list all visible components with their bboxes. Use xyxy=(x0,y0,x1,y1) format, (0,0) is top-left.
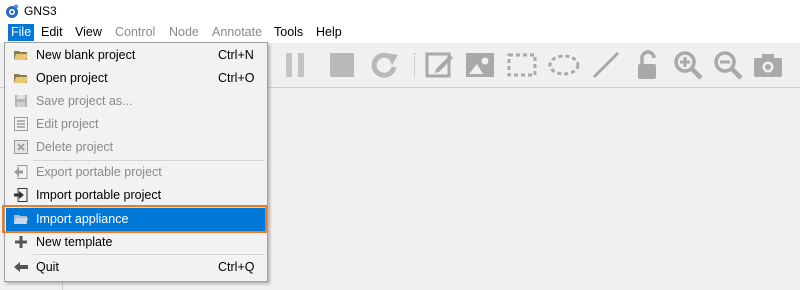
import-icon xyxy=(14,188,28,202)
back-arrow-icon xyxy=(14,262,28,272)
menu-item-label: Open project xyxy=(36,71,108,85)
toolbar-separator xyxy=(414,53,417,77)
menu-edit[interactable]: Edit xyxy=(38,24,66,41)
menu-item-label: Import portable project xyxy=(36,188,162,202)
menu-item-new-blank-project[interactable]: New blank project Ctrl+N xyxy=(6,44,266,67)
open-folder-icon xyxy=(14,74,28,83)
lock-icon[interactable] xyxy=(632,49,664,81)
menu-item-open-project[interactable]: Open project Ctrl+O xyxy=(6,67,266,90)
window-title: GNS3 xyxy=(24,4,57,18)
menu-item-label: Edit project xyxy=(36,117,99,131)
menu-bar: File Edit View Control Node Annotate Too… xyxy=(0,22,800,43)
menu-item-quit[interactable]: Quit Ctrl+Q xyxy=(6,256,266,279)
menu-node[interactable]: Node xyxy=(166,24,202,41)
insert-picture-icon[interactable] xyxy=(464,49,496,81)
menu-item-save-project-as[interactable]: Save project as... xyxy=(6,90,266,113)
menu-item-shortcut: Ctrl+O xyxy=(218,71,255,85)
zoom-out-icon[interactable] xyxy=(712,49,744,81)
menu-item-export-portable-project[interactable]: Export portable project xyxy=(6,161,266,184)
menu-help[interactable]: Help xyxy=(313,24,345,41)
menu-separator xyxy=(33,254,265,255)
menu-item-new-template[interactable]: New template xyxy=(6,231,266,254)
reload-icon[interactable] xyxy=(368,49,400,81)
menu-item-shortcut: Ctrl+N xyxy=(218,48,254,62)
screenshot-icon[interactable] xyxy=(752,49,784,81)
delete-icon xyxy=(14,140,28,154)
add-note-icon[interactable] xyxy=(424,49,456,81)
menu-tools[interactable]: Tools xyxy=(271,24,306,41)
menu-item-label: Save project as... xyxy=(36,94,133,108)
menu-control[interactable]: Control xyxy=(112,24,158,41)
menu-item-shortcut: Ctrl+Q xyxy=(218,260,255,274)
menu-annotate[interactable]: Annotate xyxy=(209,24,265,41)
draw-ellipse-icon[interactable] xyxy=(548,49,580,81)
draw-rectangle-icon[interactable] xyxy=(506,49,538,81)
export-icon xyxy=(14,165,28,179)
menu-item-delete-project[interactable]: Delete project xyxy=(6,136,266,159)
menu-item-edit-project[interactable]: Edit project xyxy=(6,113,266,136)
menu-item-label: Delete project xyxy=(36,140,114,154)
pause-icon[interactable] xyxy=(284,49,316,81)
plus-icon xyxy=(15,236,27,248)
title-bar: GNS3 xyxy=(0,0,800,22)
file-menu-dropdown: New blank project Ctrl+N Open project Ct… xyxy=(4,42,268,282)
menu-item-import-portable-project[interactable]: Import portable project xyxy=(6,184,266,207)
menu-view[interactable]: View xyxy=(72,24,105,41)
stop-icon[interactable] xyxy=(326,49,358,81)
gns3-logo-icon xyxy=(6,4,18,18)
menu-file[interactable]: File xyxy=(8,24,35,41)
menu-item-label: New template xyxy=(36,235,113,249)
menu-item-label: Quit xyxy=(36,260,59,274)
menu-item-label: New blank project xyxy=(36,48,136,62)
highlight-annotation-frame xyxy=(2,205,267,233)
draw-line-icon[interactable] xyxy=(590,49,622,81)
menu-item-label: Export portable project xyxy=(36,165,162,179)
zoom-in-icon[interactable] xyxy=(672,49,704,81)
save-icon xyxy=(15,95,27,107)
open-folder-icon xyxy=(14,51,28,60)
edit-list-icon xyxy=(14,117,28,131)
